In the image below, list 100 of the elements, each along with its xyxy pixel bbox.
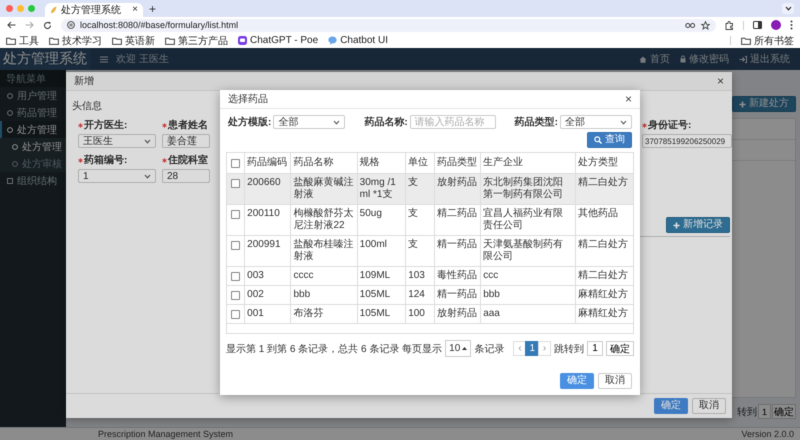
page-input[interactable]: 1: [758, 404, 771, 419]
bookmark-folder[interactable]: 所有书签: [741, 34, 794, 48]
filter-label: 药品名称:: [364, 116, 408, 129]
table-cell: 枸橼酸舒芬太尼注射液22: [290, 204, 358, 236]
square-icon: [7, 178, 13, 184]
checkbox[interactable]: [231, 291, 240, 300]
welcome-text: 欢迎 王医生: [116, 52, 169, 66]
add-record-button[interactable]: 新增记录: [666, 217, 730, 233]
checkbox[interactable]: [231, 241, 240, 250]
chevron-down-icon: [784, 6, 792, 11]
go-button[interactable]: 确定: [606, 341, 634, 356]
table-cell: 麻精红处方: [576, 304, 633, 324]
circle-icon: [7, 110, 13, 116]
caret-up-icon: [462, 347, 468, 350]
go-button[interactable]: 确定: [772, 404, 796, 419]
dropdown[interactable]: 全部: [273, 115, 346, 129]
close-button[interactable]: ×: [716, 75, 724, 87]
table-cell: 105ML: [357, 286, 406, 304]
table-cell: 精一药品: [434, 236, 481, 266]
nav-link[interactable]: 修改密码: [680, 52, 729, 66]
close-window-button[interactable]: [6, 5, 13, 12]
table-cell: 002: [244, 286, 291, 304]
chat-app-icon: [238, 36, 247, 45]
version-text: Version 2.0.0: [741, 429, 794, 439]
page-size-dropdown[interactable]: 10: [445, 340, 472, 357]
submenu-item[interactable]: 处方管理: [0, 138, 66, 155]
filter-label: 处方模版:: [228, 115, 272, 129]
jump-label: 转到: [737, 406, 757, 418]
bookmark[interactable]: 技术学习: [49, 34, 102, 48]
reload-icon[interactable]: [43, 20, 52, 30]
back-icon[interactable]: [7, 21, 16, 29]
field-label: 开方医生:: [84, 118, 128, 132]
avatar-icon[interactable]: [771, 20, 781, 30]
table-cell: 001: [244, 304, 291, 324]
dropdown[interactable]: 全部: [560, 115, 632, 129]
table-cell: cccc: [290, 266, 358, 286]
tab-list-button[interactable]: [782, 3, 794, 14]
table-cell: 其他药品: [576, 204, 633, 236]
bookmark[interactable]: Chatbot UI: [328, 35, 388, 46]
close-button[interactable]: ×: [624, 93, 632, 105]
field-label: 药箱编号:: [84, 154, 128, 167]
checkbox[interactable]: [231, 272, 240, 281]
checkbox[interactable]: [231, 179, 240, 188]
more-icon[interactable]: [790, 20, 793, 30]
chevron-down-icon: [144, 138, 151, 144]
page-button[interactable]: 1: [525, 341, 539, 356]
table-cell: 麻精红处方: [576, 286, 633, 304]
side-panel-icon[interactable]: [753, 21, 762, 29]
table-cell: 003: [244, 266, 291, 286]
input-field[interactable]: 370785199206250029: [642, 134, 732, 148]
browser-tab[interactable]: 处方管理系统 ×: [45, 3, 143, 17]
leaf-icon: [50, 6, 57, 14]
table-cell: 毒性药品: [434, 266, 481, 286]
table-cell: 支: [406, 204, 434, 236]
pagination-suffix: 条记录: [474, 342, 504, 356]
cancel-button[interactable]: 取消: [598, 373, 632, 389]
nav-link[interactable]: 退出系统: [739, 52, 790, 66]
forward-icon[interactable]: [25, 21, 34, 29]
cancel-button[interactable]: 取消: [692, 398, 726, 414]
table-cell: 精二白处方: [576, 174, 633, 204]
table-cell: 103: [406, 266, 434, 286]
key-icon[interactable]: [685, 22, 696, 28]
dropdown[interactable]: 王医生: [78, 134, 156, 148]
chevron-down-icon: [144, 174, 151, 178]
table-cell: 124: [406, 286, 434, 304]
bookmark-star-icon[interactable]: [701, 20, 710, 30]
bookmark[interactable]: 工具: [6, 34, 39, 48]
input-field[interactable]: 姜合莲: [162, 134, 210, 148]
bookmark[interactable]: 英语新: [112, 34, 155, 48]
circle-icon: [7, 92, 13, 98]
checkbox[interactable]: [231, 310, 240, 319]
menu-icon[interactable]: [100, 56, 108, 62]
table-cell: 盐酸布桂嗪注射液: [290, 236, 358, 266]
page-input[interactable]: 1: [587, 341, 603, 356]
bookmark[interactable]: ChatGPT - Poe: [238, 35, 318, 46]
sign-out-icon: [739, 56, 747, 62]
table-cell: ccc: [480, 266, 576, 286]
checkbox[interactable]: [231, 159, 240, 168]
pagination-summary: 显示第 1 到第 6 条记录，总共 6 条记录 每页显示: [226, 342, 442, 356]
jump-label: 跳转到: [554, 342, 584, 356]
table-cell: 200110: [244, 204, 291, 236]
table-cell: 放射药品: [434, 304, 481, 324]
field-label: 患者姓名: [168, 118, 208, 132]
input-field[interactable]: 28: [162, 169, 210, 183]
input-field[interactable]: 请输入药品名称: [410, 115, 496, 129]
dropdown[interactable]: 1: [78, 169, 156, 183]
table-cell: 布洛芬: [290, 304, 358, 324]
close-tab-button[interactable]: ×: [132, 5, 138, 15]
filter-label: 药品类型:: [514, 116, 558, 129]
puzzle-icon[interactable]: [725, 20, 734, 30]
bookmark[interactable]: 第三方产品: [165, 34, 228, 48]
menu-heading: 导航菜单: [0, 70, 66, 87]
address-bar[interactable]: localhost:8080/#base/formulary/list.html: [61, 18, 716, 32]
search-button[interactable]: 查询: [587, 132, 632, 148]
app-title: 处方管理系统: [0, 48, 90, 70]
checkbox[interactable]: [231, 210, 240, 219]
table-cell: 支: [406, 174, 434, 204]
nav-link[interactable]: 首页: [639, 52, 670, 66]
new-tab-button[interactable]: +: [149, 2, 156, 14]
table-cell: 东北制药集团沈阳第一制药有限公司: [480, 174, 576, 204]
